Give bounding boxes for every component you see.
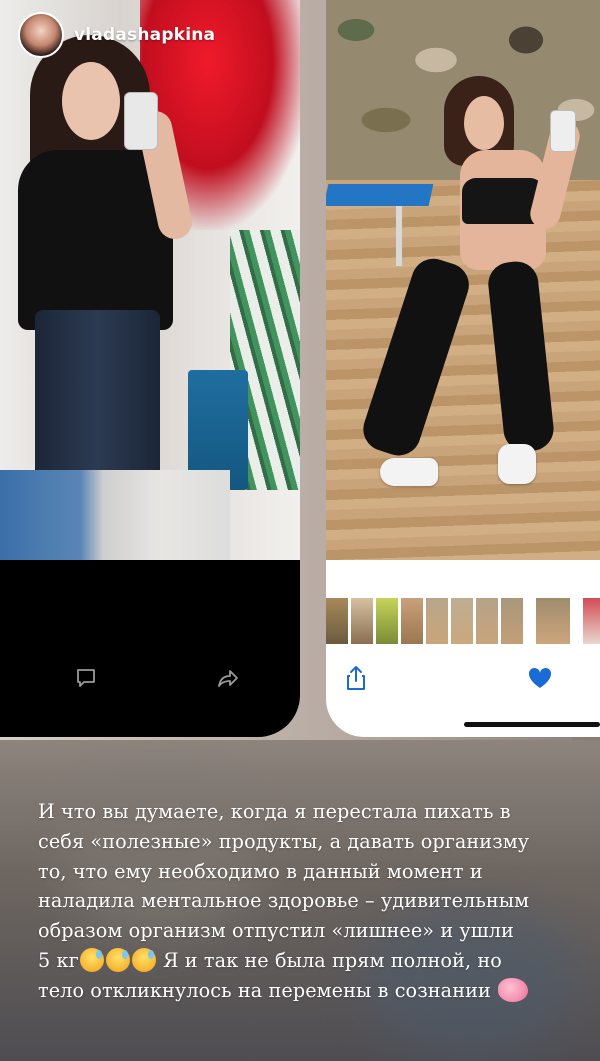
story-caption: И что вы думаете, когда я перестала пиха… (38, 797, 568, 1006)
left-post-toolbar (0, 660, 300, 696)
comment-icon[interactable] (72, 664, 100, 692)
sweat-smile-icon (79, 947, 104, 972)
caption-line: тело откликнулось на перемены в сознании (38, 976, 568, 1006)
photo-thumbnail[interactable] (583, 598, 600, 644)
caption-line: наладила ментальное здоровье – удивитель… (38, 889, 530, 913)
photo-thumbnail[interactable] (326, 598, 348, 644)
left-phone-screenshot (0, 0, 300, 737)
photo-thumbnail[interactable] (351, 598, 373, 644)
caption-text: тело откликнулось на перемены в сознании (38, 978, 491, 1002)
photo-thumbnail[interactable] (451, 598, 473, 644)
brain-icon (498, 977, 529, 1002)
username[interactable]: vladashapkina (74, 25, 215, 45)
caption-line: 5 кг Я и так не была прям полной, но (38, 946, 568, 976)
photo-thumbnail[interactable] (401, 598, 423, 644)
photo-thumbnail[interactable] (426, 598, 448, 644)
sweat-smile-icon (105, 947, 130, 972)
photos-toolbar (326, 660, 600, 696)
heart-icon[interactable] (526, 664, 554, 692)
caption-line: то, что ему необходимо в данный момент и (38, 859, 483, 883)
photo-thumbnail[interactable] (501, 598, 523, 644)
caption-line: И что вы думаете, когда я перестала пиха… (38, 800, 511, 823)
share-icon[interactable] (214, 664, 242, 692)
photo-thumbnail-strip[interactable] (326, 598, 600, 644)
sweat-smile-icon (131, 947, 156, 972)
photo-thumbnail[interactable] (476, 598, 498, 644)
caption-text: 5 кг (38, 948, 79, 972)
mirror-selfie-before-photo (0, 0, 300, 560)
caption-text: Я и так не была прям полной, но (162, 948, 502, 972)
photo-thumbnail[interactable] (376, 598, 398, 644)
share-icon[interactable] (342, 664, 370, 692)
mirror-selfie-after-photo (326, 0, 600, 560)
story-header: vladashapkina (18, 12, 215, 58)
right-phone-screenshot (326, 0, 600, 737)
avatar[interactable] (18, 12, 64, 58)
home-indicator (464, 722, 600, 727)
caption-line: себя «полезные» продукты, а давать орган… (38, 829, 530, 853)
photo-thumbnail-selected[interactable] (536, 598, 570, 644)
caption-line: образом организм отпустил «лишнее» и ушл… (38, 919, 514, 943)
